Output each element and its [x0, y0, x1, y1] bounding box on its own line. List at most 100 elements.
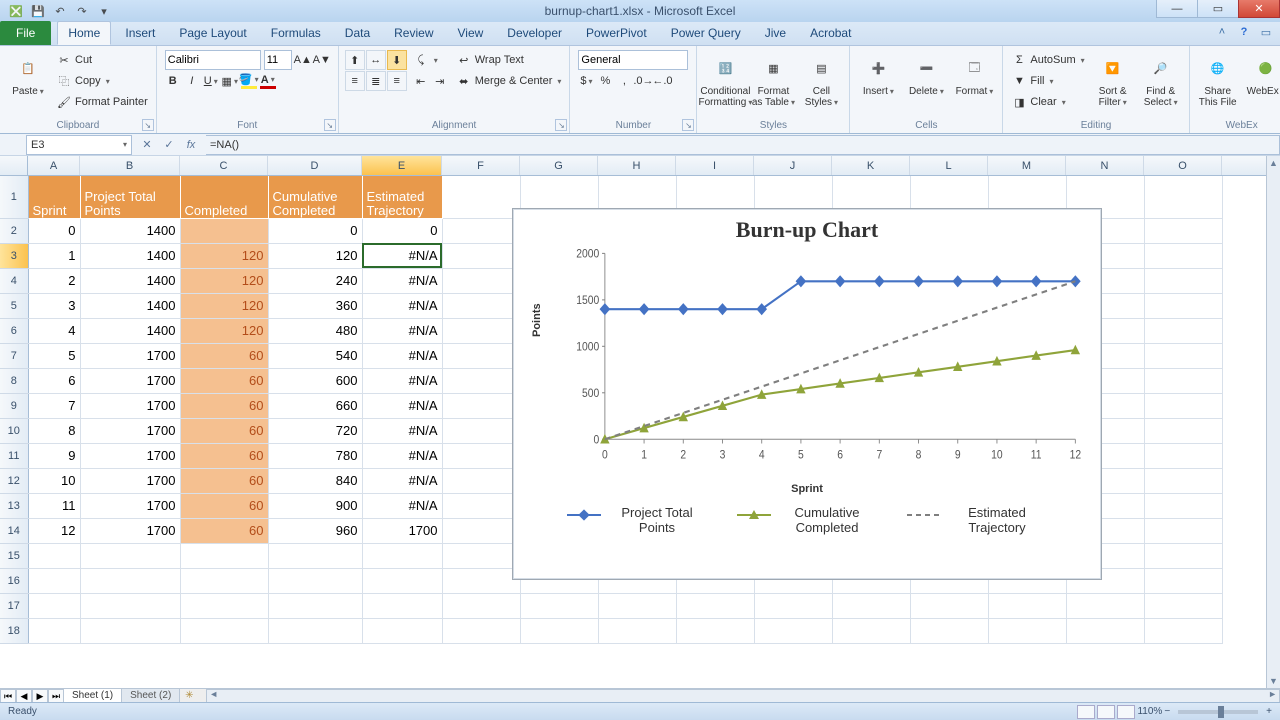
- cell-C8[interactable]: 60: [180, 368, 268, 393]
- cell-C9[interactable]: 60: [180, 393, 268, 418]
- cell-E13[interactable]: #N/A: [362, 493, 442, 518]
- cell-C15[interactable]: [180, 543, 268, 568]
- cell-D10[interactable]: 720: [268, 418, 362, 443]
- cell-O11[interactable]: [1144, 443, 1222, 468]
- cell-O3[interactable]: [1144, 243, 1222, 268]
- cell-C3[interactable]: 120: [180, 243, 268, 268]
- sheet-nav-first[interactable]: ⏮: [0, 689, 16, 703]
- cell-E2[interactable]: 0: [362, 218, 442, 243]
- cell-O12[interactable]: [1144, 468, 1222, 493]
- row-header-9[interactable]: 9: [0, 393, 28, 418]
- indent-decrease[interactable]: ⇤: [413, 73, 429, 89]
- cell-D16[interactable]: [268, 568, 362, 593]
- cell-E5[interactable]: #N/A: [362, 293, 442, 318]
- alignment-launcher[interactable]: ↘: [555, 119, 567, 131]
- row-header-5[interactable]: 5: [0, 293, 28, 318]
- font-launcher[interactable]: ↘: [324, 119, 336, 131]
- cell-A15[interactable]: [28, 543, 80, 568]
- orientation-icon[interactable]: ⤹: [413, 52, 429, 68]
- cell-F14[interactable]: [442, 518, 520, 543]
- zoom-slider[interactable]: [1178, 710, 1258, 714]
- tab-formulas[interactable]: Formulas: [261, 21, 331, 45]
- view-layout-button[interactable]: [1097, 705, 1115, 719]
- sort-filter-button[interactable]: 🔽Sort & Filter▾: [1091, 50, 1135, 108]
- cell-H18[interactable]: [598, 618, 676, 643]
- cell-G17[interactable]: [520, 593, 598, 618]
- col-header-G[interactable]: G: [520, 156, 598, 175]
- number-format-combo[interactable]: [578, 50, 688, 70]
- conditional-formatting-button[interactable]: 🔢Conditional Formatting▾: [703, 50, 747, 108]
- cell-L18[interactable]: [910, 618, 988, 643]
- cell-I18[interactable]: [676, 618, 754, 643]
- cell-F2[interactable]: [442, 218, 520, 243]
- cell-F10[interactable]: [442, 418, 520, 443]
- minimize-button[interactable]: —: [1156, 0, 1198, 18]
- cell-C7[interactable]: 60: [180, 343, 268, 368]
- cell-G18[interactable]: [520, 618, 598, 643]
- cell-F6[interactable]: [442, 318, 520, 343]
- cell-D18[interactable]: [268, 618, 362, 643]
- row-header-3[interactable]: 3: [0, 243, 28, 268]
- row-header-8[interactable]: 8: [0, 368, 28, 393]
- sheet-nav-next[interactable]: ▶: [32, 689, 48, 703]
- horizontal-scrollbar[interactable]: [206, 689, 1280, 703]
- cell-A2[interactable]: 0: [28, 218, 80, 243]
- fx-icon[interactable]: fx: [182, 136, 200, 154]
- cell-A6[interactable]: 4: [28, 318, 80, 343]
- cell-A8[interactable]: 6: [28, 368, 80, 393]
- cell-E18[interactable]: [362, 618, 442, 643]
- align-middle[interactable]: ↔: [366, 50, 386, 70]
- cell-F7[interactable]: [442, 343, 520, 368]
- cell-F15[interactable]: [442, 543, 520, 568]
- view-break-button[interactable]: [1117, 705, 1135, 719]
- cell-M18[interactable]: [988, 618, 1066, 643]
- cell-B11[interactable]: 1700: [80, 443, 180, 468]
- cell-C18[interactable]: [180, 618, 268, 643]
- row-header-1[interactable]: 1: [0, 176, 28, 218]
- cell-E14[interactable]: 1700: [362, 518, 442, 543]
- col-header-E[interactable]: E: [362, 156, 442, 175]
- ribbon-minimize-icon[interactable]: ˄: [1214, 24, 1230, 40]
- number-launcher[interactable]: ↘: [682, 119, 694, 131]
- cell-C17[interactable]: [180, 593, 268, 618]
- tab-acrobat[interactable]: Acrobat: [800, 21, 861, 45]
- cell-L17[interactable]: [910, 593, 988, 618]
- tab-home[interactable]: Home: [57, 21, 111, 45]
- row-header-2[interactable]: 2: [0, 218, 28, 243]
- cell-A9[interactable]: 7: [28, 393, 80, 418]
- font-name-combo[interactable]: [165, 50, 261, 70]
- cell-A1[interactable]: Sprint: [28, 176, 80, 218]
- cell-D6[interactable]: 480: [268, 318, 362, 343]
- increase-font-icon[interactable]: A▲: [295, 52, 311, 68]
- cell-O7[interactable]: [1144, 343, 1222, 368]
- align-bottom[interactable]: ⬇: [387, 50, 407, 70]
- select-all-corner[interactable]: [0, 156, 28, 175]
- cell-D14[interactable]: 960: [268, 518, 362, 543]
- cell-C6[interactable]: 120: [180, 318, 268, 343]
- name-box[interactable]: E3▾: [26, 135, 132, 155]
- cell-N17[interactable]: [1066, 593, 1144, 618]
- col-header-M[interactable]: M: [988, 156, 1066, 175]
- cell-E11[interactable]: #N/A: [362, 443, 442, 468]
- cell-O2[interactable]: [1144, 218, 1222, 243]
- cell-N18[interactable]: [1066, 618, 1144, 643]
- cell-D15[interactable]: [268, 543, 362, 568]
- cell-B5[interactable]: 1400: [80, 293, 180, 318]
- cell-D2[interactable]: 0: [268, 218, 362, 243]
- cell-O17[interactable]: [1144, 593, 1222, 618]
- cell-D3[interactable]: 120: [268, 243, 362, 268]
- cell-J18[interactable]: [754, 618, 832, 643]
- align-center[interactable]: ≣: [366, 71, 386, 91]
- cell-F8[interactable]: [442, 368, 520, 393]
- cell-D8[interactable]: 600: [268, 368, 362, 393]
- cell-E8[interactable]: #N/A: [362, 368, 442, 393]
- cell-C1[interactable]: Completed: [180, 176, 268, 218]
- row-header-18[interactable]: 18: [0, 618, 28, 643]
- cell-B1[interactable]: Project Total Points: [80, 176, 180, 218]
- cell-D5[interactable]: 360: [268, 293, 362, 318]
- cell-F4[interactable]: [442, 268, 520, 293]
- cell-B4[interactable]: 1400: [80, 268, 180, 293]
- tab-powerpivot[interactable]: PowerPivot: [576, 21, 657, 45]
- wrap-text-button[interactable]: ↩Wrap Text: [454, 50, 564, 70]
- cell-C13[interactable]: 60: [180, 493, 268, 518]
